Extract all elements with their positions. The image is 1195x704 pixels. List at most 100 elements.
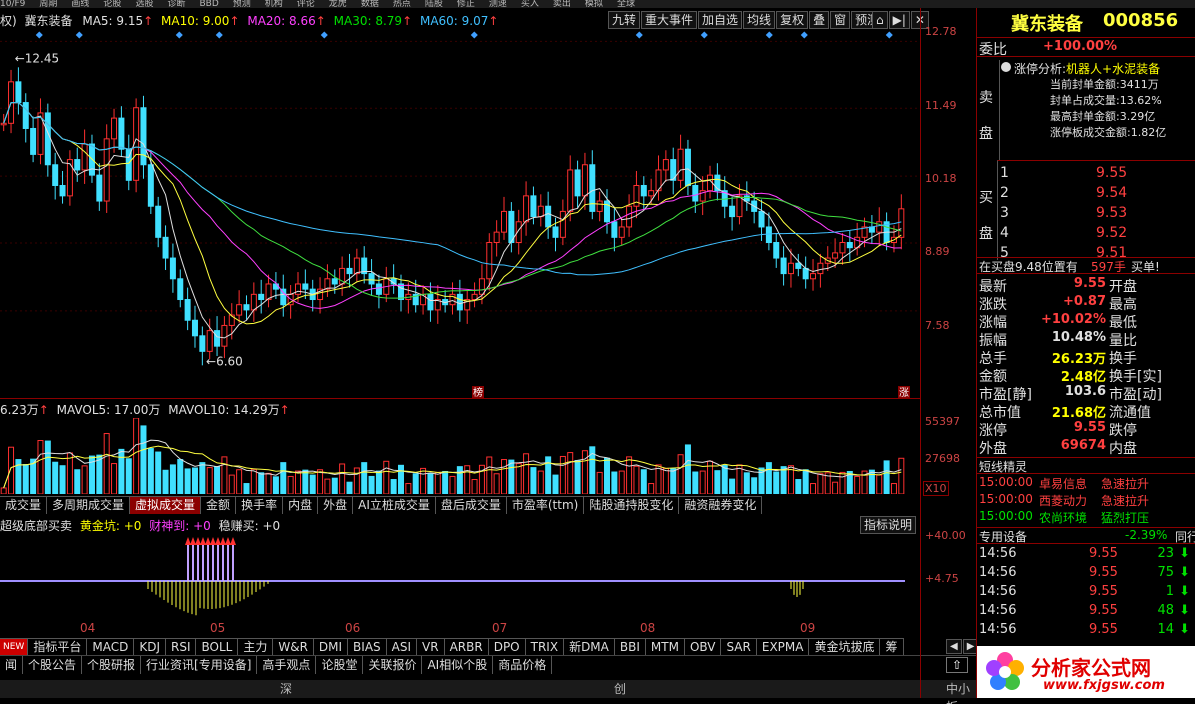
top-menu-item[interactable]: 全球: [617, 0, 635, 8]
top-menu-item[interactable]: 修正: [457, 0, 475, 8]
buy-level[interactable]: 3 9.53: [998, 205, 1195, 223]
volume-bar: [471, 479, 478, 494]
top-menu-item[interactable]: 测速: [489, 0, 507, 8]
quote-label: 涨幅: [979, 315, 1007, 331]
indicator-tab[interactable]: MTM: [645, 639, 685, 656]
volume-tab[interactable]: AI立桩成交量: [353, 497, 436, 514]
indicator-tab[interactable]: EXPMA: [756, 639, 810, 656]
candle: [581, 164, 588, 197]
indicator-tab[interactable]: 黄金坑拔底: [809, 639, 881, 656]
volume-tab[interactable]: 虚拟成交量: [130, 497, 202, 514]
indicator-chart[interactable]: [0, 533, 920, 618]
lock-icon[interactable]: ⌂: [872, 11, 888, 29]
buy-level[interactable]: 2 9.54: [998, 185, 1195, 203]
volume-bar: [118, 448, 125, 494]
indicator-tab[interactable]: RSI: [165, 639, 197, 656]
sprite-item[interactable]: 15:00:00 农尚环境 猛烈打压: [977, 509, 1195, 527]
high-label: ←12.45: [15, 52, 59, 66]
volume-tab[interactable]: 换手率: [236, 497, 284, 514]
indicator-tab[interactable]: BBI: [614, 639, 646, 656]
sprite-item[interactable]: 15:00:00 西菱动力 急速拉升: [977, 492, 1195, 510]
volume-tab[interactable]: 市盈率(ttm): [506, 497, 585, 514]
top-menu-item[interactable]: 论股: [103, 0, 121, 8]
top-menu-item[interactable]: 周期: [39, 0, 57, 8]
indicator-explain-button[interactable]: 指标说明: [860, 516, 917, 534]
indicator-tab[interactable]: TRIX: [525, 639, 565, 656]
news-tab[interactable]: 个股研报: [82, 656, 142, 674]
volume-bar: [214, 466, 221, 494]
news-tab[interactable]: 个股公告: [23, 656, 83, 674]
tick-volume: 48: [1157, 603, 1174, 618]
buy-level[interactable]: 1 9.55: [998, 165, 1195, 183]
top-menu-item[interactable]: BBD: [199, 0, 218, 8]
top-menu-item[interactable]: 模拟: [585, 0, 603, 8]
indicator-tab[interactable]: VR: [417, 639, 445, 656]
news-tab[interactable]: 论股堂: [316, 656, 364, 674]
top-menu-item[interactable]: 卖出: [553, 0, 571, 8]
indicator-tab[interactable]: ASI: [386, 639, 418, 656]
indicator-tab[interactable]: ARBR: [444, 639, 489, 656]
indicator-tab[interactable]: OBV: [684, 639, 722, 656]
toolbar-button[interactable]: 加自选: [698, 11, 743, 29]
news-tab[interactable]: AI相似个股: [422, 656, 494, 674]
volume-tab[interactable]: 陆股通持股变化: [584, 497, 680, 514]
candle: [243, 304, 250, 311]
volume-tab[interactable]: 外盘: [318, 497, 354, 514]
legend-ma5: MA5: 9.15: [82, 14, 144, 28]
sector-name[interactable]: 专用设备: [979, 528, 1027, 545]
top-menu-item[interactable]: 选股: [135, 0, 153, 8]
news-tab[interactable]: 闻: [0, 656, 24, 674]
indicator-tab[interactable]: DPO: [488, 639, 526, 656]
news-tab[interactable]: 关联报价: [363, 656, 423, 674]
top-menu-item[interactable]: 数据: [361, 0, 379, 8]
indicator-tab[interactable]: SAR: [721, 639, 757, 656]
quote-row: 总市值 21.68亿 流通值: [977, 402, 1195, 421]
indicator-tab[interactable]: W&R: [273, 639, 314, 656]
volume-bar: [287, 475, 294, 494]
news-tab[interactable]: 商品价格: [493, 656, 553, 674]
top-menu-item[interactable]: 陆股: [425, 0, 443, 8]
candle: [567, 169, 574, 212]
top-menu-item[interactable]: 热点: [393, 0, 411, 8]
top-menu-item[interactable]: 诊断: [167, 0, 185, 8]
volume-tab[interactable]: 融资融券变化: [679, 497, 763, 514]
indicator-tab[interactable]: 筹: [880, 639, 904, 656]
top-menu-item[interactable]: 画线: [71, 0, 89, 8]
toolbar-button[interactable]: 均线: [743, 11, 776, 29]
volume-chart[interactable]: [0, 418, 920, 494]
news-tab[interactable]: 高手观点: [257, 656, 317, 674]
toolbar-button[interactable]: 复权: [776, 11, 809, 29]
indicator-tab[interactable]: BIAS: [348, 639, 387, 656]
volume-tab[interactable]: 成交量: [0, 497, 48, 514]
sprite-item[interactable]: 15:00:00 卓易信息 急速拉升: [977, 475, 1195, 493]
indicator-tab[interactable]: 主力: [238, 639, 274, 656]
toolbar-button[interactable]: 叠: [809, 11, 830, 29]
top-menu-item[interactable]: 买入: [521, 0, 539, 8]
volume-tab[interactable]: 盘后成交量: [435, 497, 507, 514]
volume-tab[interactable]: 内盘: [283, 497, 319, 514]
price-chart[interactable]: ←12.45 ←6.60 榜 涨: [0, 30, 920, 398]
top-menu-item[interactable]: 评论: [297, 0, 315, 8]
indicator-tab[interactable]: KDJ: [134, 639, 166, 656]
indicator-tab[interactable]: 新DMA: [564, 639, 615, 656]
volume-bar: [611, 471, 618, 494]
top-menu-item[interactable]: 10/F9: [0, 0, 25, 8]
toolbar-button[interactable]: 窗: [830, 11, 851, 29]
buy-level[interactable]: 4 9.52: [998, 225, 1195, 243]
toolbar-button[interactable]: 九转: [608, 11, 641, 29]
news-tab[interactable]: 行业资讯[专用设备]: [141, 656, 258, 674]
top-menu-item[interactable]: 机构: [265, 0, 283, 8]
indicator-tab[interactable]: DMI: [313, 639, 349, 656]
volume-tab[interactable]: 金额: [201, 497, 237, 514]
volume-tab[interactable]: 多周期成交量: [47, 497, 131, 514]
indicator-tab[interactable]: BOLL: [196, 639, 239, 656]
candle: [832, 252, 839, 259]
toolbar-button[interactable]: 重大事件: [641, 11, 698, 29]
volume-bar: [339, 463, 346, 494]
top-menu-item[interactable]: 预测: [233, 0, 251, 8]
indicator-tab[interactable]: MACD: [87, 639, 135, 656]
top-menu-item[interactable]: 龙虎: [329, 0, 347, 8]
play-icon[interactable]: ▶|: [888, 11, 910, 29]
indicator-tab[interactable]: 指标平台: [28, 639, 88, 656]
sector-tab[interactable]: 同行: [1175, 528, 1195, 545]
